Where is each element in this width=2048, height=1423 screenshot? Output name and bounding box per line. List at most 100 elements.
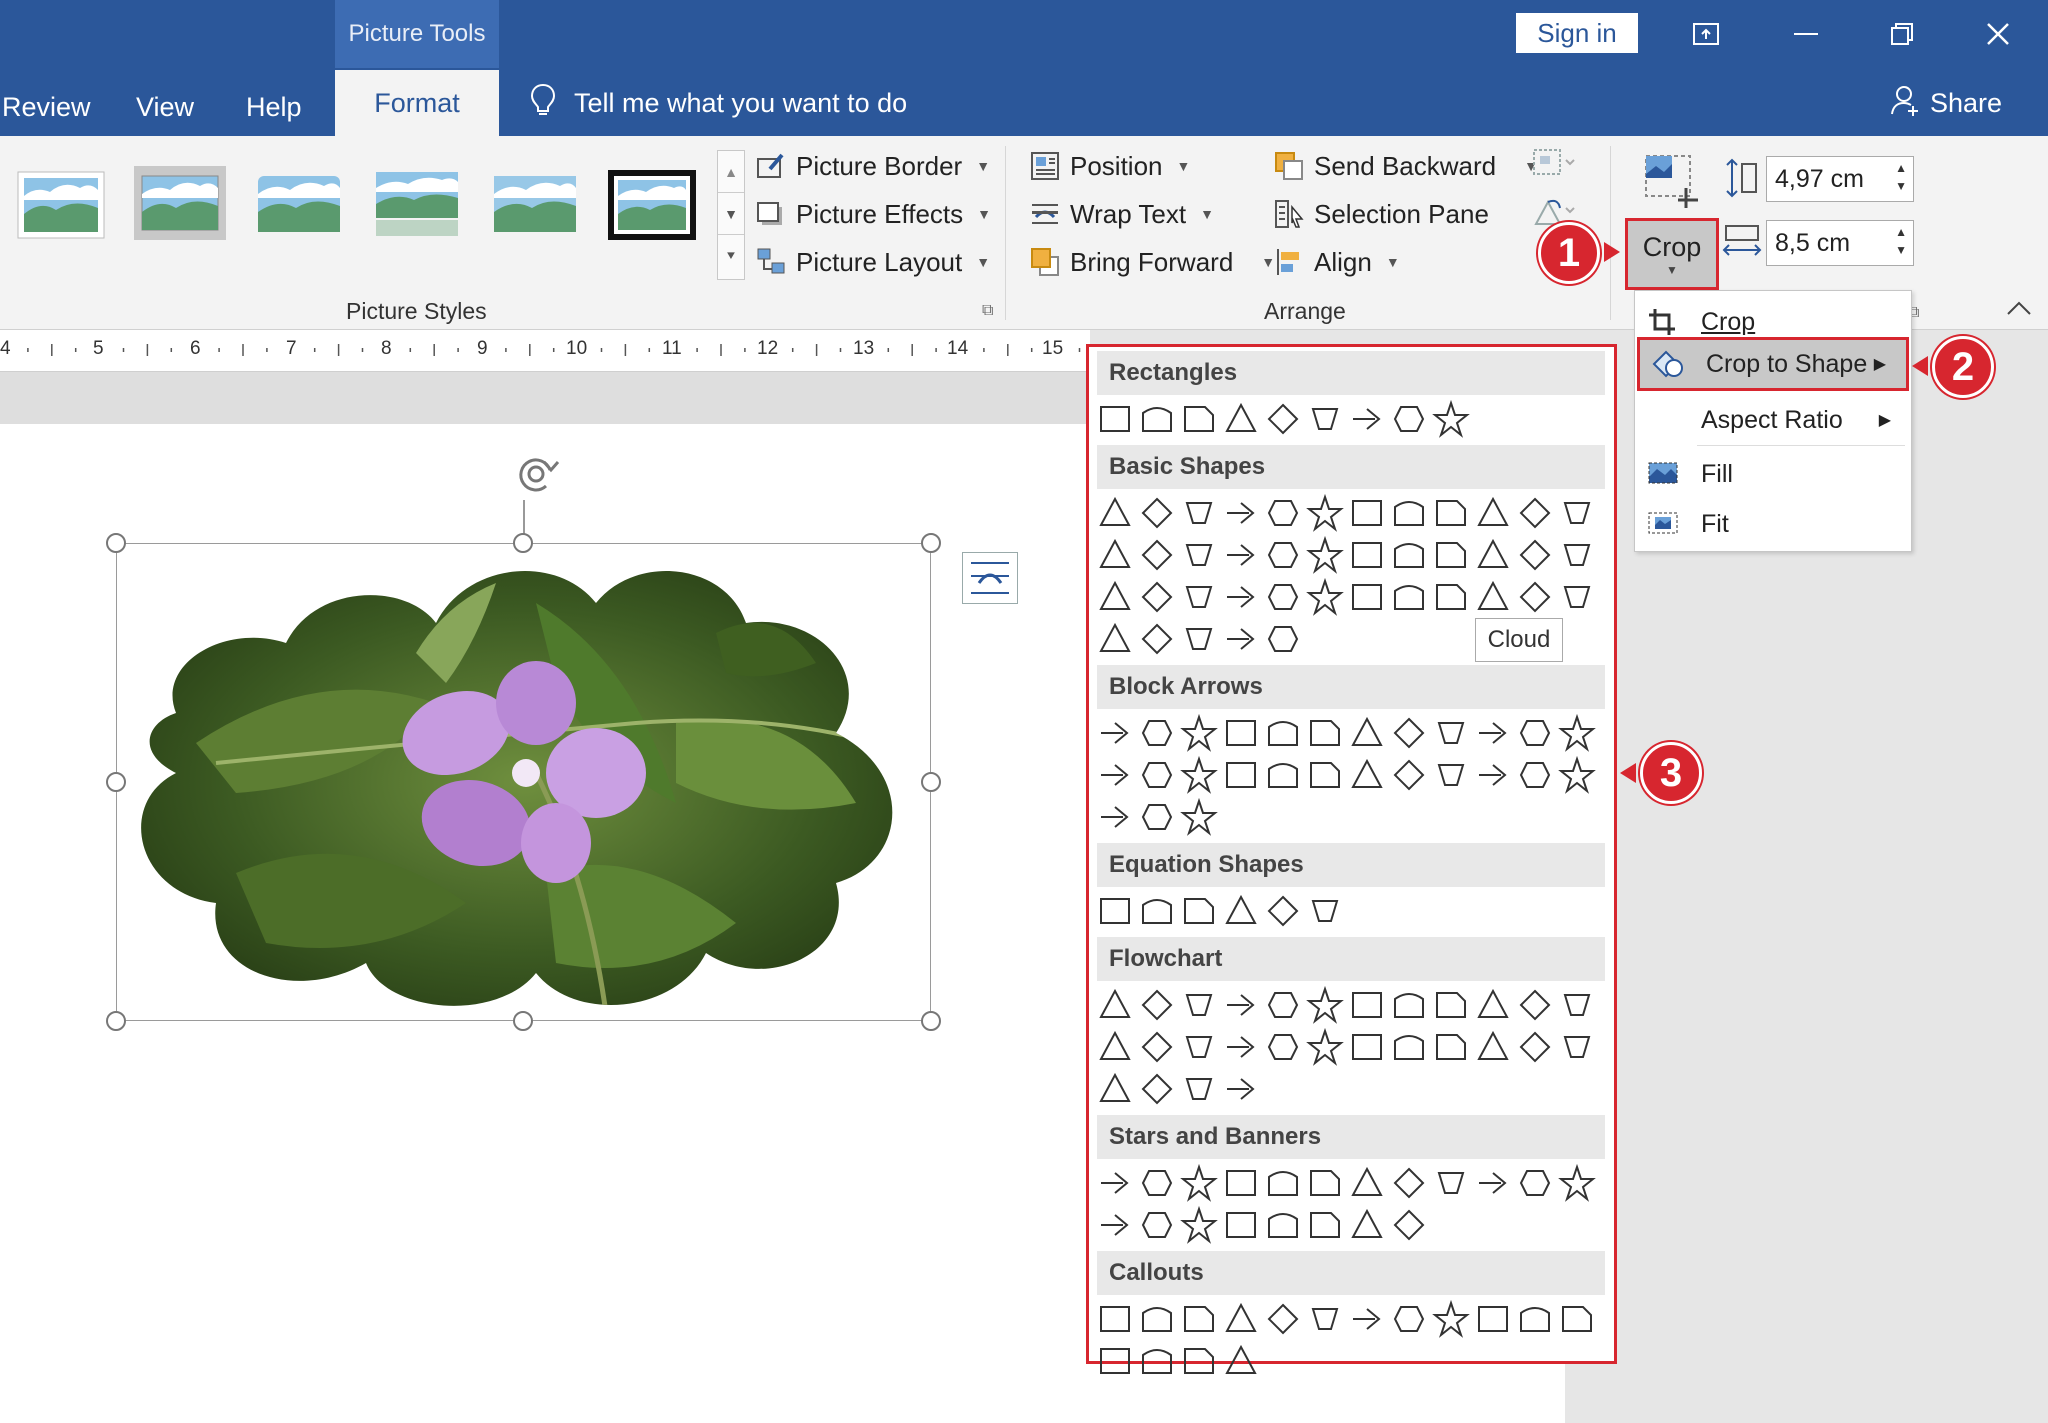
shape-option[interactable]	[1347, 1205, 1387, 1245]
crop-button[interactable]: Crop ▼	[1625, 218, 1719, 290]
shape-option[interactable]	[1263, 985, 1303, 1025]
shape-option[interactable]	[1221, 1163, 1261, 1203]
resize-handle[interactable]	[106, 533, 126, 553]
resize-handle[interactable]	[921, 1011, 941, 1031]
shape-option[interactable]	[1137, 1163, 1177, 1203]
shape-option[interactable]	[1263, 535, 1303, 575]
shape-option[interactable]	[1263, 619, 1303, 659]
shape-option[interactable]	[1095, 713, 1135, 753]
picture-layout-button[interactable]: Picture Layout ▼	[756, 242, 990, 282]
shape-option[interactable]	[1389, 399, 1429, 439]
resize-handle[interactable]	[921, 772, 941, 792]
shape-option[interactable]	[1347, 399, 1387, 439]
cloud-cropped-picture[interactable]	[116, 543, 931, 1021]
shape-option[interactable]	[1515, 535, 1555, 575]
minimize-icon[interactable]	[1778, 12, 1834, 56]
shape-option[interactable]	[1473, 713, 1513, 753]
shape-option[interactable]	[1221, 1299, 1261, 1339]
shape-option[interactable]	[1095, 985, 1135, 1025]
shape-option[interactable]	[1137, 713, 1177, 753]
collapse-ribbon-icon[interactable]	[2006, 300, 2032, 321]
shape-option[interactable]	[1095, 755, 1135, 795]
resize-handle[interactable]	[921, 533, 941, 553]
shape-option[interactable]	[1305, 1299, 1345, 1339]
shape-option[interactable]	[1515, 493, 1555, 533]
shape-option[interactable]	[1305, 1205, 1345, 1245]
shape-option[interactable]	[1389, 577, 1429, 617]
shape-option[interactable]	[1179, 493, 1219, 533]
shape-option[interactable]	[1305, 577, 1345, 617]
ribbon-display-options-icon[interactable]	[1678, 12, 1734, 56]
picture-style-reflected[interactable]	[372, 170, 462, 240]
shape-option[interactable]	[1095, 1299, 1135, 1339]
share-button[interactable]: Share	[1890, 78, 2002, 128]
shape-option[interactable]	[1347, 493, 1387, 533]
resize-handle[interactable]	[106, 1011, 126, 1031]
menu-item-fit[interactable]: Fit	[1635, 499, 1911, 549]
shape-option[interactable]	[1179, 535, 1219, 575]
shape-option[interactable]	[1263, 755, 1303, 795]
shape-option[interactable]	[1179, 619, 1219, 659]
shape-option[interactable]	[1431, 493, 1471, 533]
shape-option[interactable]	[1137, 535, 1177, 575]
tell-me-box[interactable]: Tell me what you want to do	[530, 78, 907, 128]
shape-option[interactable]	[1431, 399, 1471, 439]
shape-option[interactable]	[1179, 1299, 1219, 1339]
shape-option[interactable]	[1389, 713, 1429, 753]
shape-option[interactable]	[1557, 755, 1597, 795]
shape-option[interactable]	[1431, 985, 1471, 1025]
shape-option[interactable]	[1137, 1069, 1177, 1109]
picture-border-button[interactable]: Picture Border ▼	[756, 146, 990, 186]
close-icon[interactable]	[1970, 12, 2026, 56]
shape-option[interactable]	[1431, 1027, 1471, 1067]
shape-option[interactable]	[1473, 1027, 1513, 1067]
shape-option[interactable]	[1137, 1299, 1177, 1339]
shape-option[interactable]	[1305, 1027, 1345, 1067]
align-button[interactable]: Align ▼	[1274, 242, 1400, 282]
shape-option[interactable]	[1221, 535, 1261, 575]
shape-option[interactable]	[1095, 1027, 1135, 1067]
shape-option[interactable]	[1221, 619, 1261, 659]
menu-item-fill[interactable]: Fill	[1635, 449, 1911, 499]
shape-option[interactable]	[1263, 1027, 1303, 1067]
shape-option[interactable]	[1389, 1027, 1429, 1067]
resize-handle[interactable]	[513, 1011, 533, 1031]
shape-option[interactable]	[1095, 493, 1135, 533]
shape-option[interactable]	[1179, 797, 1219, 837]
shape-option[interactable]	[1473, 755, 1513, 795]
shape-option[interactable]	[1137, 493, 1177, 533]
shape-option[interactable]	[1137, 399, 1177, 439]
shape-option[interactable]	[1515, 755, 1555, 795]
shape-option[interactable]	[1347, 535, 1387, 575]
shape-option[interactable]	[1305, 1163, 1345, 1203]
shape-option[interactable]	[1557, 1027, 1597, 1067]
dialog-launcher-icon[interactable]: ⧉	[982, 302, 993, 320]
shape-option[interactable]	[1431, 755, 1471, 795]
shape-option[interactable]	[1473, 535, 1513, 575]
shape-option[interactable]	[1263, 577, 1303, 617]
shape-option[interactable]	[1557, 493, 1597, 533]
shape-option[interactable]	[1389, 493, 1429, 533]
shape-option[interactable]	[1347, 1299, 1387, 1339]
bring-forward-button[interactable]: Bring Forward ▼	[1030, 242, 1275, 282]
shape-option[interactable]	[1179, 1163, 1219, 1203]
shape-option[interactable]	[1095, 797, 1135, 837]
shape-option[interactable]	[1263, 713, 1303, 753]
shape-option[interactable]	[1515, 1027, 1555, 1067]
resize-handle[interactable]	[513, 533, 533, 553]
shape-option[interactable]	[1095, 577, 1135, 617]
shape-option[interactable]	[1431, 713, 1471, 753]
resize-handle[interactable]	[106, 772, 126, 792]
shape-option[interactable]	[1431, 1163, 1471, 1203]
gallery-scrollbar[interactable]: ▲ ▼ ⯆	[717, 150, 745, 280]
shape-option[interactable]	[1431, 535, 1471, 575]
shape-option[interactable]	[1179, 399, 1219, 439]
shape-option[interactable]	[1347, 755, 1387, 795]
shape-option[interactable]	[1389, 535, 1429, 575]
shape-option[interactable]	[1137, 755, 1177, 795]
picture-effects-button[interactable]: Picture Effects ▼	[756, 194, 991, 234]
shape-option[interactable]	[1179, 985, 1219, 1025]
menu-item-aspect-ratio[interactable]: Aspect Ratio ▶	[1635, 395, 1911, 445]
shape-option[interactable]	[1389, 985, 1429, 1025]
picture-style-shadow[interactable]	[134, 166, 226, 240]
